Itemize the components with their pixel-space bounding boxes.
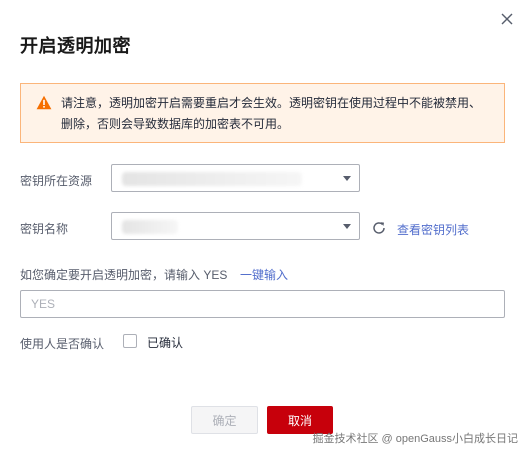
warning-text-line-2: 删除，否则会导致数据库的加密表不可用。 (61, 117, 290, 131)
user-confirm-label: 使用人是否确认 (20, 337, 105, 351)
view-key-list-link[interactable]: 查看密钥列表 (397, 221, 469, 238)
key-source-select[interactable] (111, 164, 360, 192)
confirmed-checkbox-label[interactable]: 已确认 (147, 334, 183, 351)
dialog-title: 开启透明加密 (20, 36, 131, 56)
key-name-select[interactable] (111, 212, 360, 240)
key-source-label: 密钥所在资源 (20, 174, 93, 188)
warning-text-line-1: 请注意，透明加密开启需要重启才会生效。透明密钥在使用过程中不能被禁用、 (61, 96, 482, 110)
watermark: 掘金技术社区 @ openGauss小白成长日记 (312, 433, 518, 445)
chevron-down-icon (343, 176, 351, 181)
close-icon[interactable] (498, 10, 516, 28)
chevron-down-icon (343, 224, 351, 229)
confirm-prompt: 如您确定要开启透明加密，请输入 YES (20, 268, 228, 282)
ok-button[interactable]: 确定 (191, 406, 258, 434)
confirmed-checkbox[interactable] (123, 334, 137, 348)
key-name-value-redacted (122, 220, 178, 234)
transparent-encryption-dialog: 开启透明加密 请注意，透明加密开启需要重启才会生效。透明密钥在使用过程中不能被禁… (0, 0, 528, 456)
key-source-value-redacted (122, 172, 302, 186)
refresh-icon[interactable] (371, 220, 387, 236)
confirm-input[interactable] (20, 290, 505, 318)
warning-triangle-icon (36, 95, 52, 110)
warning-notice: 请注意，透明加密开启需要重启才会生效。透明密钥在使用过程中不能被禁用、 删除，否… (20, 83, 505, 143)
one-click-input-link[interactable]: 一键输入 (240, 266, 288, 283)
key-name-label: 密钥名称 (20, 222, 69, 236)
